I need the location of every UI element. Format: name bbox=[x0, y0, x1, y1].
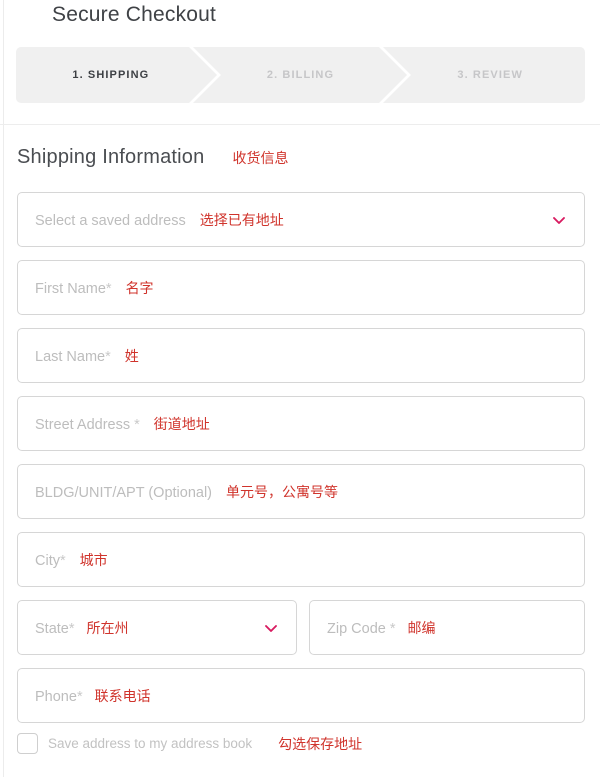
street-address-annotation: 街道地址 bbox=[153, 416, 210, 433]
section-title: Shipping Information bbox=[17, 146, 205, 168]
state-placeholder: State* bbox=[35, 620, 75, 637]
chevron-down-icon[interactable] bbox=[551, 212, 567, 228]
save-address-label: Save address to my address book bbox=[48, 736, 253, 751]
first-name-field[interactable]: First Name* 名字 bbox=[17, 260, 585, 315]
phone-field[interactable]: Phone* 联系电话 bbox=[17, 668, 585, 723]
chevron-down-icon[interactable] bbox=[263, 620, 279, 636]
last-name-placeholder: Last Name* bbox=[35, 348, 111, 365]
street-address-placeholder: Street Address * bbox=[35, 416, 140, 433]
save-address-annotation: 勾选保存地址 bbox=[278, 736, 363, 753]
page-left-border bbox=[3, 0, 4, 777]
street-address-field[interactable]: Street Address * 街道地址 bbox=[17, 396, 585, 451]
step-review[interactable]: 3. REVIEW bbox=[395, 47, 585, 103]
saved-address-select[interactable]: Select a saved address 选择已有地址 bbox=[17, 192, 585, 247]
step-shipping-label: 1. SHIPPING bbox=[72, 69, 150, 81]
step-shipping[interactable]: 1. SHIPPING bbox=[16, 47, 206, 103]
save-address-checkbox[interactable] bbox=[17, 733, 38, 754]
city-annotation: 城市 bbox=[79, 552, 108, 569]
saved-address-placeholder: Select a saved address bbox=[35, 212, 186, 229]
save-address-row[interactable]: Save address to my address book 勾选保存地址 bbox=[17, 733, 362, 754]
last-name-field[interactable]: Last Name* 姓 bbox=[17, 328, 585, 383]
saved-address-annotation: 选择已有地址 bbox=[199, 212, 284, 229]
state-select[interactable]: State* 所在州 bbox=[17, 600, 297, 655]
last-name-annotation: 姓 bbox=[124, 348, 139, 365]
first-name-annotation: 名字 bbox=[125, 280, 154, 297]
checkout-page: Secure Checkout 1. SHIPPING 2. BILLING 3… bbox=[0, 0, 600, 777]
city-field[interactable]: City* 城市 bbox=[17, 532, 585, 587]
zip-code-annotation: 邮编 bbox=[407, 620, 436, 637]
section-title-annotation: 收货信息 bbox=[232, 151, 289, 167]
zip-code-field[interactable]: Zip Code * 邮编 bbox=[309, 600, 585, 655]
step-billing-label: 2. BILLING bbox=[266, 69, 335, 81]
state-annotation: 所在州 bbox=[86, 620, 129, 637]
city-placeholder: City* bbox=[35, 552, 66, 569]
phone-placeholder: Phone* bbox=[35, 688, 83, 705]
bldg-unit-apt-field[interactable]: BLDG/UNIT/APT (Optional) 单元号，公寓号等 bbox=[17, 464, 585, 519]
step-review-label: 3. REVIEW bbox=[457, 69, 523, 81]
zip-code-placeholder: Zip Code * bbox=[327, 620, 396, 637]
page-title: Secure Checkout bbox=[52, 3, 217, 26]
bldg-unit-apt-annotation: 单元号，公寓号等 bbox=[226, 484, 339, 501]
phone-annotation: 联系电话 bbox=[94, 688, 151, 705]
checkout-stepper: 1. SHIPPING 2. BILLING 3. REVIEW bbox=[16, 47, 585, 103]
header-divider bbox=[0, 124, 600, 125]
first-name-placeholder: First Name* bbox=[35, 280, 112, 297]
step-billing[interactable]: 2. BILLING bbox=[206, 47, 396, 103]
bldg-unit-apt-placeholder: BLDG/UNIT/APT (Optional) bbox=[35, 484, 213, 501]
shipping-section-header: Shipping Information 收货信息 bbox=[17, 146, 288, 169]
